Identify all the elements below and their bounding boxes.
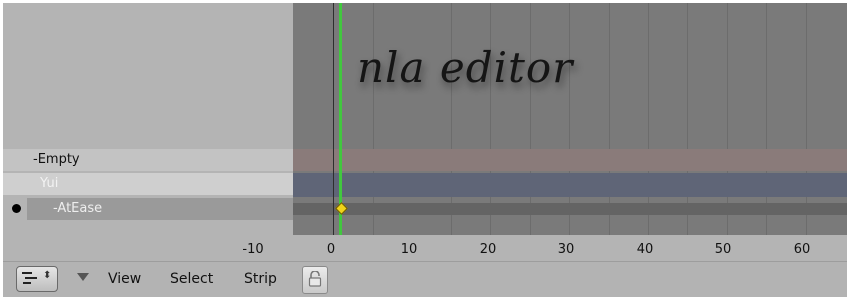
tick-label: 50: [714, 242, 732, 257]
active-channel-dot-icon: [12, 204, 21, 213]
channel-row-yui[interactable]: Yui: [3, 173, 293, 195]
grid-line: [806, 3, 807, 235]
grid-line: [648, 3, 649, 235]
menu-view[interactable]: View: [108, 271, 141, 287]
editor-frame: -Empty Yui -AtEase nla editor -10 0 10 2…: [3, 3, 847, 297]
lock-icon: [308, 271, 322, 287]
menu-strip[interactable]: Strip: [244, 271, 277, 287]
grid-line: [727, 3, 728, 235]
tick-label: -10: [242, 242, 264, 257]
collapse-menus-icon[interactable]: [77, 273, 89, 281]
tick-label: 30: [557, 242, 575, 257]
header-bar: ⬍ View Select Strip: [3, 261, 847, 297]
nla-editor-window: -Empty Yui -AtEase nla editor -10 0 10 2…: [0, 0, 859, 300]
frame-axis: -10 0 10 20 30 40 50 60: [3, 235, 847, 261]
grid-line: [373, 3, 374, 235]
grid-line: [609, 3, 610, 235]
grid-line: [490, 3, 491, 235]
tick-label: 10: [400, 242, 418, 257]
editor-type-arrows-icon: ⬍: [43, 270, 52, 281]
track-atease[interactable]: [293, 203, 847, 215]
nla-editor-icon: [22, 272, 37, 284]
menu-select[interactable]: Select: [170, 271, 213, 287]
track-empty[interactable]: [293, 149, 847, 171]
track-yui[interactable]: [293, 173, 847, 197]
tick-label: 0: [326, 242, 336, 257]
channel-row-atease[interactable]: -AtEase: [27, 198, 293, 220]
playhead[interactable]: [339, 3, 342, 235]
tick-label: 40: [636, 242, 654, 257]
grid-line: [766, 3, 767, 235]
channel-label: -Empty: [33, 152, 80, 167]
frame-zero-line: [333, 3, 334, 235]
grid-line: [451, 3, 452, 235]
tick-label: 20: [479, 242, 497, 257]
channel-list: -Empty Yui -AtEase: [3, 3, 293, 241]
timeline-area[interactable]: nla editor: [293, 3, 847, 235]
channel-row-empty[interactable]: -Empty: [3, 149, 293, 171]
grid-line: [569, 3, 570, 235]
channel-label: -AtEase: [53, 201, 103, 216]
grid-line: [687, 3, 688, 235]
channel-label: Yui: [40, 176, 59, 191]
tick-label: 60: [793, 242, 811, 257]
editor-title-overlay: nla editor: [357, 43, 574, 92]
grid-line: [530, 3, 531, 235]
editor-type-button[interactable]: ⬍: [16, 266, 58, 292]
lock-button[interactable]: [302, 266, 328, 294]
